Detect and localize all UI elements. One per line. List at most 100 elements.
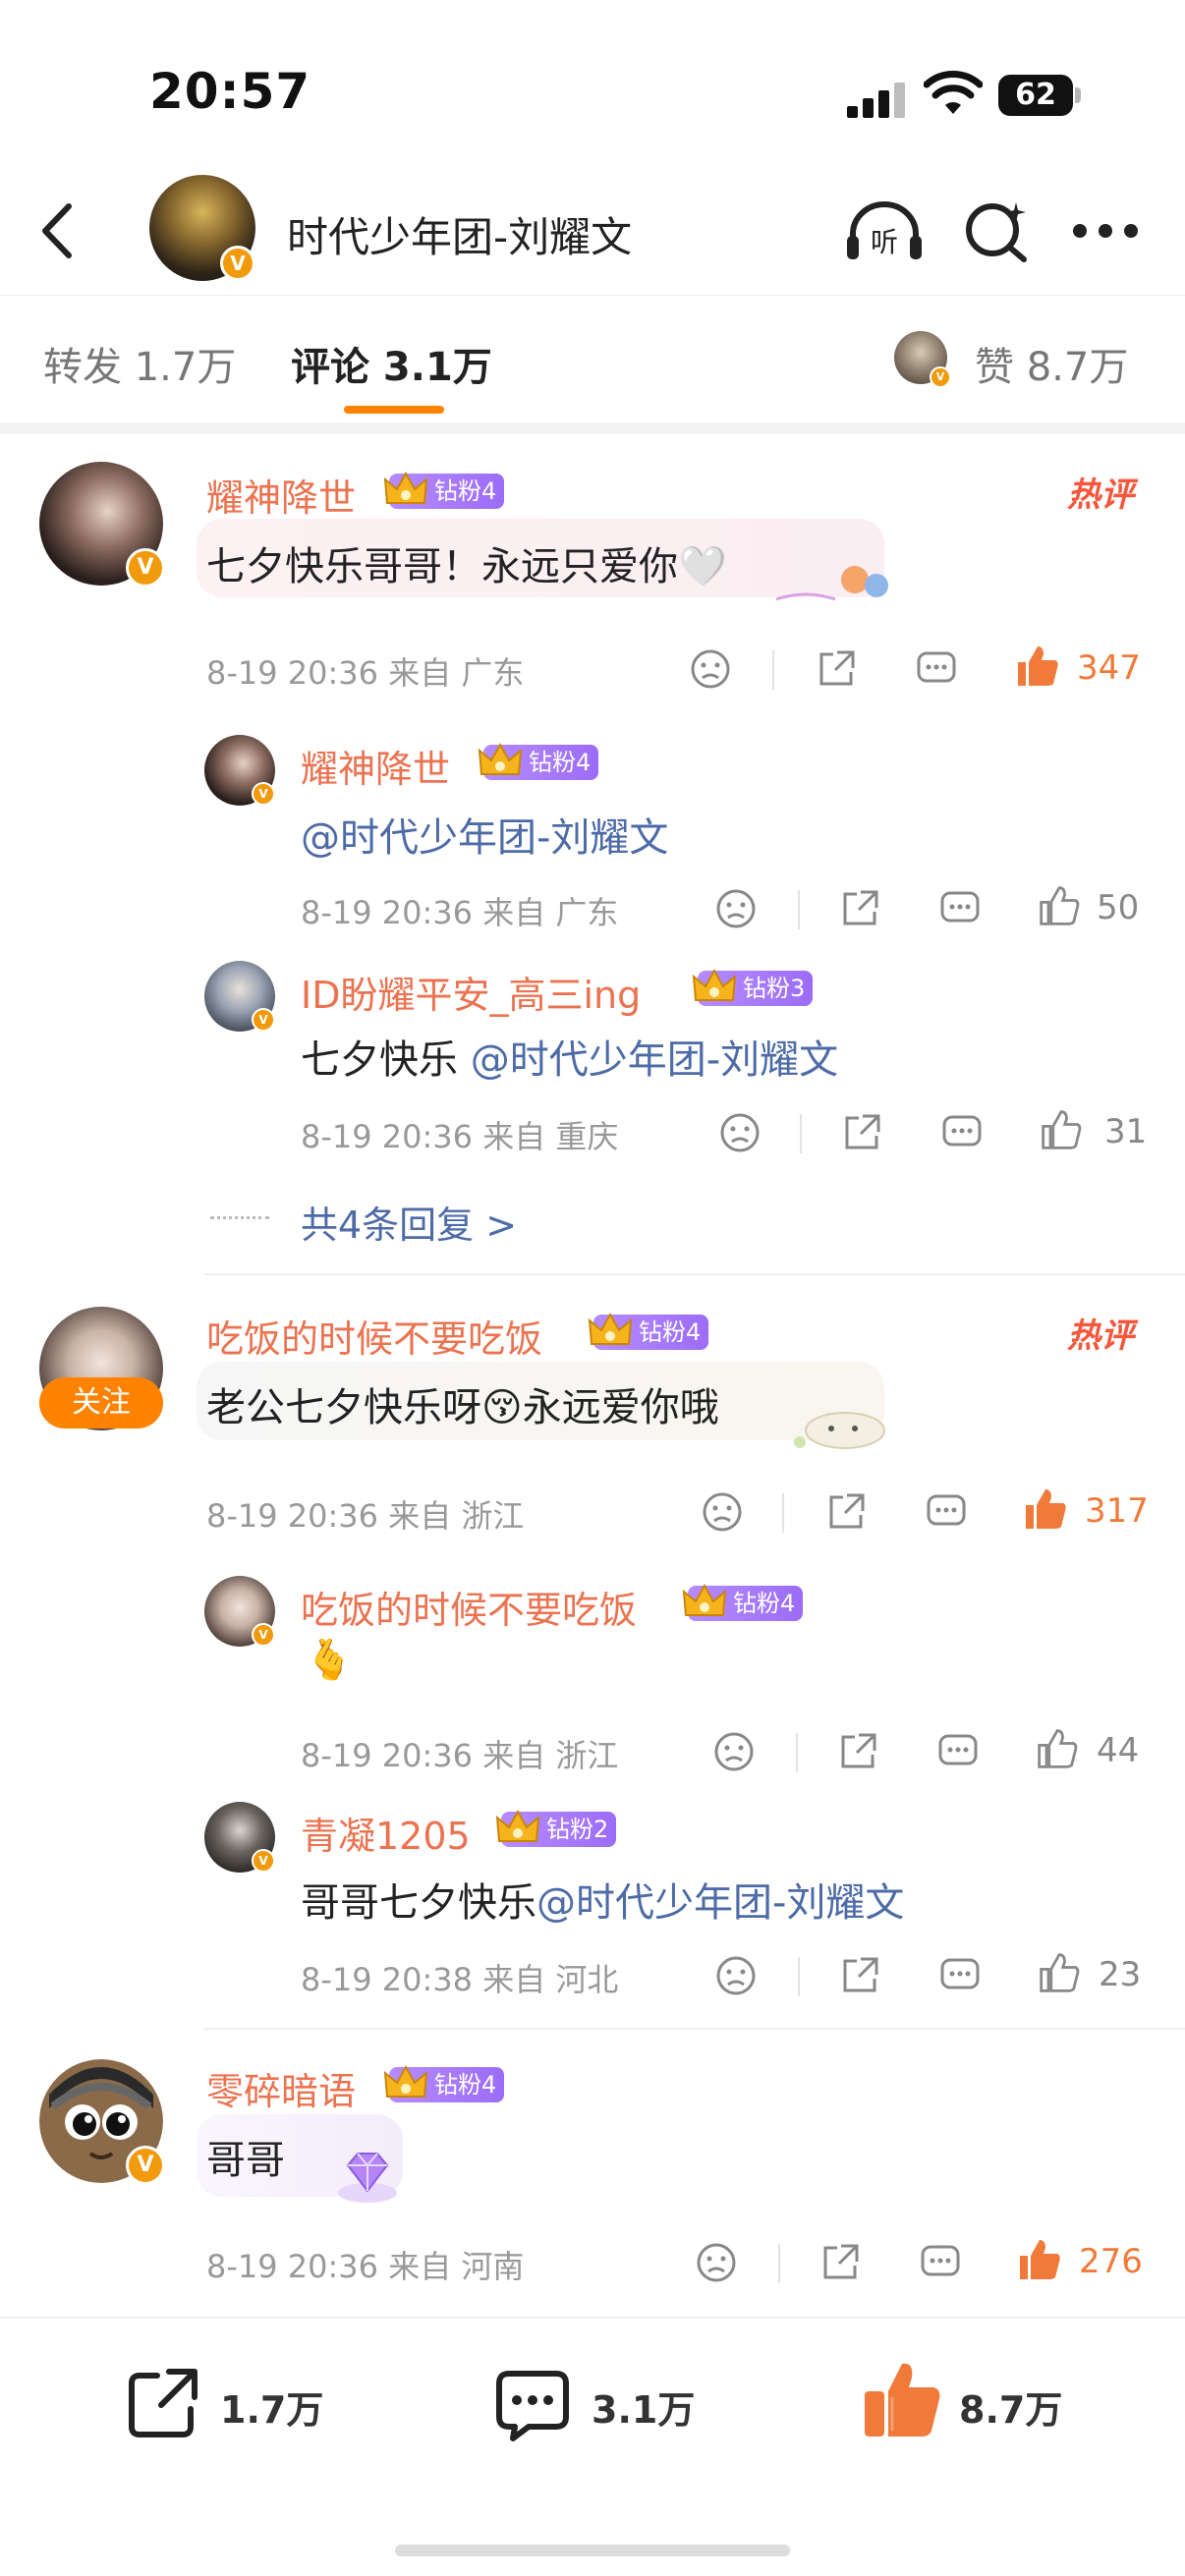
comment-button[interactable]: 3.1万 bbox=[493, 2358, 709, 2446]
more-replies-link[interactable]: 共4条回复 > bbox=[301, 1195, 517, 1249]
reply-icon[interactable] bbox=[939, 888, 981, 929]
reply-username[interactable]: ID盼耀平安_高三ing bbox=[301, 965, 641, 1019]
share-icon[interactable] bbox=[816, 648, 857, 690]
mention-link[interactable]: @时代少年团-刘耀文 bbox=[301, 815, 668, 861]
follow-button[interactable]: 关注 bbox=[39, 1377, 163, 1428]
share-icon[interactable] bbox=[837, 1731, 878, 1772]
fan-badge-label: 钻粉4 bbox=[529, 749, 592, 776]
divider bbox=[204, 2028, 1185, 2030]
comment-username[interactable]: 耀神降世 bbox=[206, 468, 356, 522]
share-icon[interactable] bbox=[841, 1112, 882, 1153]
like-icon[interactable] bbox=[1016, 2236, 1063, 2283]
fan-badge: 钻粉4 bbox=[383, 2064, 505, 2102]
like-count: 317 bbox=[1085, 1491, 1149, 1531]
divider bbox=[204, 1273, 1185, 1275]
dislike-icon[interactable] bbox=[702, 1491, 743, 1533]
tab-likes[interactable]: 赞 8.7万 bbox=[975, 335, 1128, 392]
like-icon[interactable] bbox=[1022, 1485, 1069, 1533]
dislike-icon[interactable] bbox=[696, 2242, 737, 2283]
share-icon[interactable] bbox=[825, 1491, 867, 1533]
tab-comments[interactable]: 评论 3.1万 bbox=[291, 335, 492, 392]
reply-icon[interactable] bbox=[920, 2242, 961, 2283]
verified-badge-icon: V bbox=[252, 782, 275, 806]
fan-badge: 钻粉2 bbox=[495, 1809, 617, 1847]
more-icon[interactable] bbox=[1073, 224, 1142, 244]
reply-avatar[interactable]: V bbox=[204, 735, 275, 806]
reply-icon[interactable] bbox=[926, 1491, 967, 1533]
dislike-icon[interactable] bbox=[715, 1955, 757, 1996]
avatar[interactable]: V bbox=[39, 2059, 165, 2185]
hot-comment-tag: 热评 bbox=[1067, 1316, 1134, 1356]
hot-comment-tag: 热评 bbox=[1067, 476, 1134, 515]
fan-badge-label: 钻粉2 bbox=[546, 1816, 609, 1843]
thumbs-up-icon bbox=[865, 2363, 940, 2436]
tab-reposts[interactable]: 转发 1.7万 bbox=[43, 335, 236, 392]
reply-avatar[interactable]: V bbox=[204, 1576, 275, 1647]
verified-badge-icon: V bbox=[220, 246, 255, 281]
battery-icon: 62 bbox=[998, 75, 1081, 116]
reply-icon[interactable] bbox=[941, 1112, 983, 1153]
top-nav: V 时代少年团-刘耀文 听 bbox=[0, 167, 1185, 295]
verified-badge-icon: V bbox=[252, 1849, 275, 1873]
repost-icon bbox=[129, 2369, 198, 2437]
comment-meta: 8-19 20:36 来自 广东 bbox=[206, 654, 525, 692]
mention-link[interactable]: @时代少年团-刘耀文 bbox=[471, 1037, 838, 1083]
like-count: 276 bbox=[1079, 2242, 1143, 2281]
reply-icon[interactable] bbox=[939, 1955, 981, 1996]
dislike-icon[interactable] bbox=[713, 1731, 755, 1772]
reply-username[interactable]: 耀神降世 bbox=[301, 739, 450, 793]
like-count: 31 bbox=[1104, 1112, 1148, 1151]
reply-icon[interactable] bbox=[937, 1731, 979, 1772]
mention-link[interactable]: @时代少年团-刘耀文 bbox=[536, 1880, 904, 1926]
dislike-icon[interactable] bbox=[690, 648, 731, 690]
reply-username[interactable]: 吃饭的时候不要吃饭 bbox=[301, 1580, 637, 1634]
crown-icon bbox=[495, 1809, 540, 1842]
battery-level: 62 bbox=[998, 75, 1073, 116]
back-arrow-icon[interactable] bbox=[29, 196, 88, 265]
reply-meta: 8-19 20:36 来自 广东 bbox=[301, 894, 619, 931]
like-icon[interactable] bbox=[1036, 1727, 1079, 1770]
crown-icon bbox=[682, 1583, 727, 1616]
author-avatar[interactable]: V bbox=[149, 175, 255, 281]
verified-badge-icon: V bbox=[930, 366, 951, 388]
bottom-action-bar: 1.7万 3.1万 8.7万 bbox=[0, 2317, 1185, 2576]
like-icon[interactable] bbox=[1038, 884, 1081, 927]
crown-icon bbox=[478, 742, 523, 775]
crown-icon bbox=[692, 968, 737, 1001]
like-total: 8.7万 bbox=[959, 2388, 1063, 2432]
reply-meta: 8-19 20:36 来自 重庆 bbox=[301, 1118, 619, 1155]
reply-icon[interactable] bbox=[916, 648, 957, 690]
reply-avatar[interactable]: V bbox=[204, 1802, 275, 1873]
crown-icon bbox=[383, 2064, 428, 2098]
fan-badge-label: 钻粉4 bbox=[434, 477, 497, 505]
comment-username[interactable]: 零碎暗语 bbox=[206, 2061, 356, 2115]
share-icon[interactable] bbox=[839, 888, 880, 929]
like-icon[interactable] bbox=[1038, 1951, 1081, 1994]
search-icon[interactable] bbox=[963, 196, 1032, 265]
like-icon[interactable] bbox=[1040, 1108, 1083, 1151]
reply-avatar[interactable]: V bbox=[204, 961, 275, 1032]
verified-badge-icon: V bbox=[252, 1623, 275, 1647]
reply-text: @时代少年团-刘耀文 bbox=[301, 806, 668, 863]
comment-username[interactable]: 吃饭的时候不要吃饭 bbox=[206, 1309, 542, 1363]
sticker-icon bbox=[794, 1412, 885, 1449]
author-name[interactable]: 时代少年团-刘耀文 bbox=[287, 204, 632, 264]
wifi-icon bbox=[924, 71, 983, 114]
reply-username[interactable]: 青凝1205 bbox=[301, 1806, 471, 1860]
fan-badge-label: 钻粉4 bbox=[639, 1318, 702, 1346]
reply-text: 🫰 bbox=[305, 1638, 354, 1683]
like-icon[interactable] bbox=[1014, 643, 1061, 690]
like-button[interactable]: 8.7万 bbox=[861, 2358, 1077, 2446]
dislike-icon[interactable] bbox=[715, 888, 757, 929]
dislike-icon[interactable] bbox=[719, 1112, 761, 1153]
fan-badge-label: 钻粉3 bbox=[743, 975, 806, 1002]
active-tab-indicator bbox=[344, 406, 444, 414]
listen-icon[interactable]: 听 bbox=[843, 196, 926, 265]
crown-icon bbox=[588, 1312, 633, 1345]
listen-label: 听 bbox=[871, 226, 898, 258]
repost-button[interactable]: 1.7万 bbox=[126, 2358, 324, 2446]
repost-count: 1.7万 bbox=[220, 2388, 324, 2432]
avatar[interactable]: V bbox=[39, 462, 165, 588]
share-icon[interactable] bbox=[839, 1955, 880, 1996]
share-icon[interactable] bbox=[819, 2242, 861, 2283]
